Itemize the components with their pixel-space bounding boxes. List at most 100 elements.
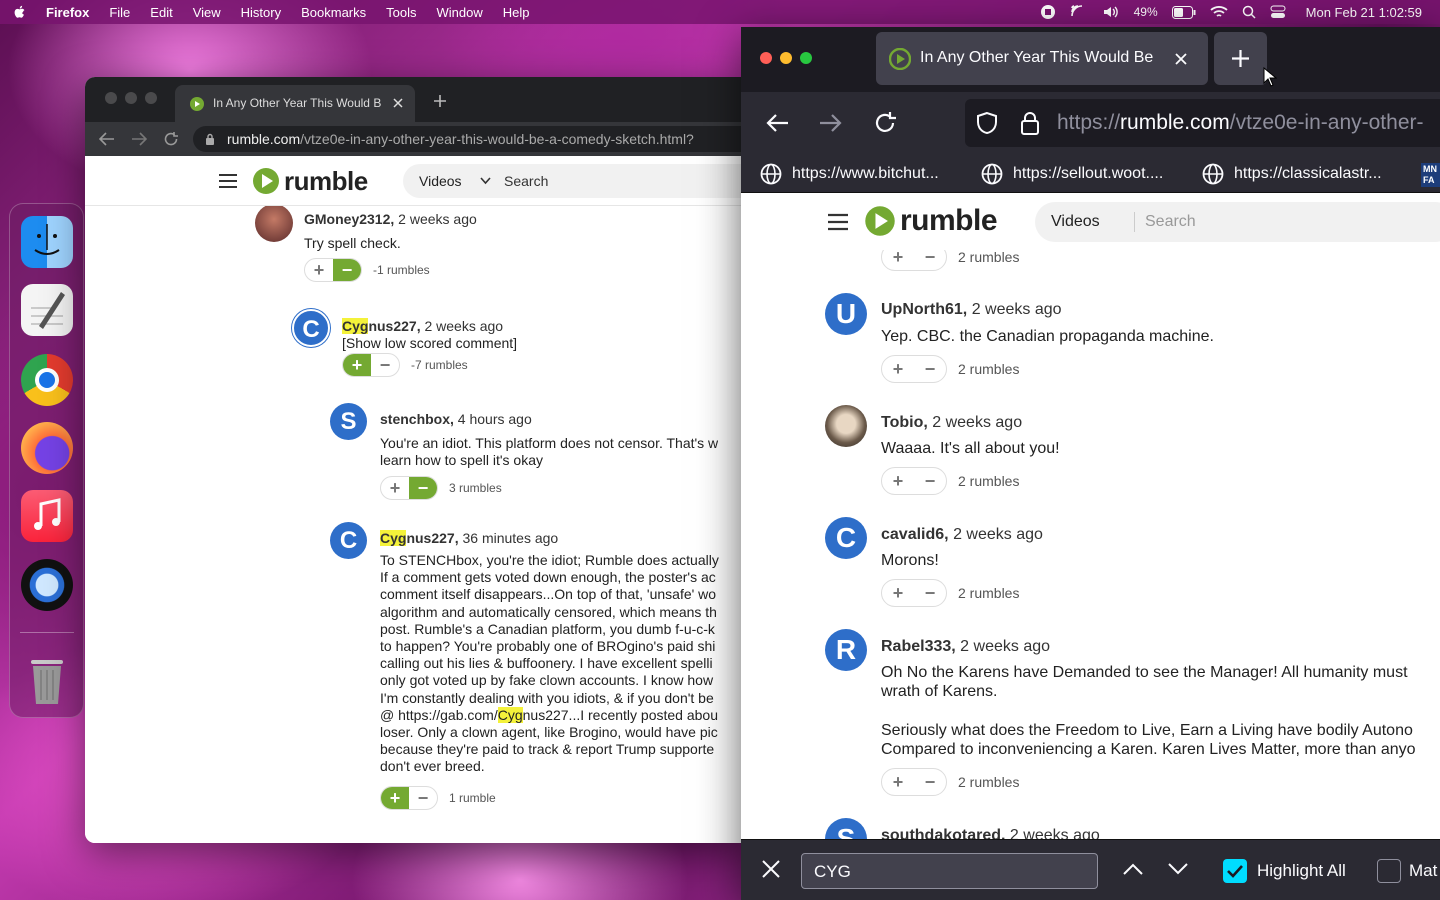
avatar[interactable]: R [825,629,867,671]
reload-icon[interactable] [873,111,897,135]
trash-icon[interactable] [21,652,73,704]
upvote-button[interactable]: + [882,580,914,606]
upvote-button[interactable]: + [305,259,333,281]
spotlight-search-icon[interactable] [1242,5,1256,19]
downvote-button[interactable]: − [914,250,946,270]
new-tab-button[interactable] [1214,32,1267,85]
control-center-icon[interactable] [1270,5,1286,19]
music-icon[interactable] [21,490,73,542]
menu-edit[interactable]: Edit [150,5,172,20]
hamburger-menu-icon[interactable] [828,213,848,231]
forward-icon[interactable] [819,113,843,133]
downvote-button[interactable]: − [914,769,946,795]
category-select[interactable]: Videos [419,173,462,189]
upvote-button[interactable]: + [882,356,914,382]
comment-author[interactable]: Tobio, [881,414,928,431]
menu-help[interactable]: Help [503,5,530,20]
wifi-icon[interactable] [1210,5,1228,19]
show-low-scored-comment-link[interactable]: [Show low scored comment] [342,335,517,351]
back-icon[interactable] [99,132,115,146]
menu-app-name[interactable]: Firefox [46,5,89,20]
zoom-window-button[interactable] [145,92,157,104]
comment-author[interactable]: stenchbox, [380,411,454,427]
find-previous-icon[interactable] [1123,863,1143,875]
avatar[interactable]: C [330,522,367,559]
downvote-button[interactable]: − [914,468,946,494]
comment-author[interactable]: cavalid6, [881,526,949,543]
close-window-button[interactable] [760,52,772,64]
avatar[interactable]: C [292,309,330,347]
battery-icon[interactable] [1171,5,1196,19]
lock-icon[interactable] [205,133,215,145]
chrome-icon[interactable] [21,354,73,406]
upvote-button[interactable]: + [882,769,914,795]
downvote-button[interactable]: − [914,580,946,606]
downvote-button[interactable]: − [914,356,946,382]
rumble-logo[interactable]: rumble [251,166,368,196]
upvote-button[interactable]: + [882,250,914,270]
address-bar[interactable]: rumble.com/vtze0e-in-any-other-year-this… [193,126,745,152]
chevron-down-icon[interactable] [480,177,491,185]
downvote-button[interactable]: − [409,787,437,809]
firefox-tab[interactable]: In Any Other Year This Would Be [876,32,1208,85]
bookmark-item[interactable]: https://www.bitchut... [760,163,939,185]
avatar[interactable] [255,206,293,242]
downvote-button[interactable]: − [333,259,361,281]
avatar[interactable]: U [825,293,867,335]
close-window-button[interactable] [105,92,117,104]
comment-author[interactable]: GMoney2312, [304,211,394,227]
upvote-button[interactable]: + [381,477,409,499]
comment-author[interactable]: southdakotared, [881,827,1005,839]
quicktime-icon[interactable] [21,559,73,611]
avatar[interactable]: S [330,403,367,440]
minimize-window-button[interactable] [125,92,137,104]
menu-bookmarks[interactable]: Bookmarks [301,5,366,20]
search-input[interactable]: Search [1145,213,1196,231]
upvote-button[interactable]: + [343,354,371,376]
address-bar[interactable]: https://rumble.com/vtze0e-in-any-other- [965,99,1440,147]
reload-icon[interactable] [163,131,179,147]
upvote-button[interactable]: + [381,787,409,809]
avatar[interactable]: C [825,517,867,559]
highlight-all-label[interactable]: Highlight All [1257,861,1346,881]
avatar[interactable]: S [825,818,867,839]
menubar-clock[interactable]: Mon Feb 21 1:02:59 [1306,5,1422,20]
menu-window[interactable]: Window [437,5,483,20]
record-stop-icon[interactable] [1040,4,1056,20]
find-next-icon[interactable] [1168,863,1188,875]
lock-icon[interactable] [1020,111,1040,135]
menu-history[interactable]: History [241,5,281,20]
close-find-bar-icon[interactable] [762,860,780,878]
close-tab-icon[interactable] [393,98,403,108]
find-input[interactable]: CYG [801,853,1098,889]
bookmark-item[interactable]: https://sellout.woot.... [981,163,1163,185]
chrome-tab[interactable]: In Any Other Year This Would Be [175,85,415,122]
back-icon[interactable] [765,113,789,133]
volume-icon[interactable] [1102,4,1120,20]
comment-author[interactable]: UpNorth61, [881,301,967,318]
close-tab-icon[interactable] [1175,53,1187,65]
menu-view[interactable]: View [193,5,221,20]
avatar[interactable] [825,405,867,447]
comment-author[interactable]: Cygnus227, [342,318,421,334]
textedit-icon[interactable] [21,284,73,336]
menu-tools[interactable]: Tools [386,5,416,20]
match-case-label[interactable]: Mat [1409,861,1440,881]
highlight-all-checkbox[interactable] [1223,859,1247,883]
search-input[interactable]: Search [504,173,548,189]
match-case-checkbox[interactable] [1377,859,1401,883]
menu-file[interactable]: File [109,5,130,20]
upvote-button[interactable]: + [882,468,914,494]
bookmark-favicon-badge[interactable]: MN FA [1421,163,1440,187]
firefox-icon[interactable] [21,422,73,474]
rumble-logo[interactable]: rumble [863,203,998,239]
forward-icon[interactable] [131,132,147,146]
new-tab-icon[interactable] [433,94,447,108]
airplay-icon[interactable] [1070,4,1088,20]
apple-icon[interactable] [12,4,28,20]
hamburger-menu-icon[interactable] [219,173,237,189]
minimize-window-button[interactable] [780,52,792,64]
downvote-button[interactable]: − [409,477,437,499]
comment-author[interactable]: Rabel333, [881,638,956,655]
bookmark-item[interactable]: https://classicalastr... [1202,163,1382,185]
